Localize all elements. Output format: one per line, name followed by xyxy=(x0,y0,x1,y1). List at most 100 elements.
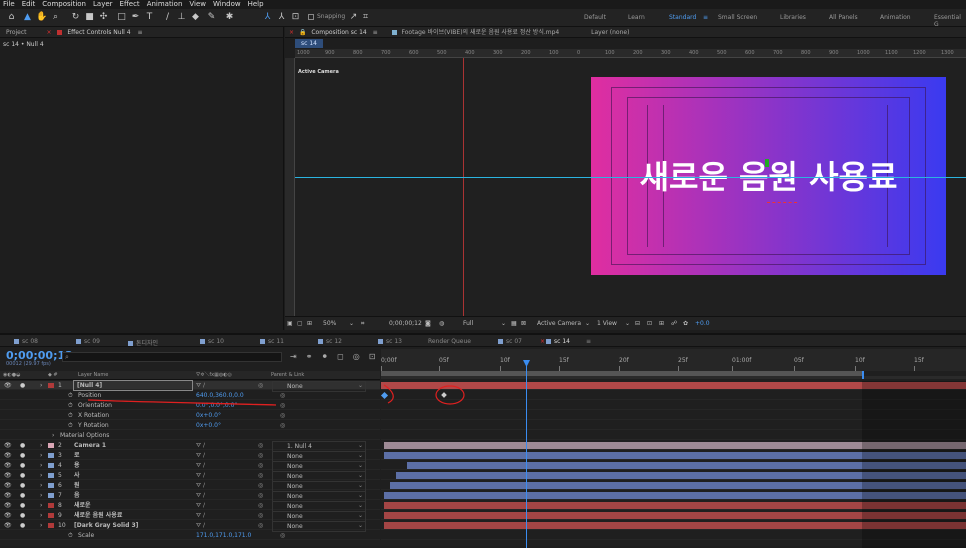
property-value[interactable]: 0x+0.0° xyxy=(196,421,221,430)
panel-menu-icon[interactable]: ≡ xyxy=(586,338,591,345)
layer-switches[interactable]: ⛛ ∕ xyxy=(196,461,205,470)
parent-pickwhip-icon[interactable]: ◎ xyxy=(258,521,263,530)
type-tool-icon[interactable]: T xyxy=(144,12,155,23)
expand-chevron-icon[interactable]: › xyxy=(40,461,42,470)
chevron-down-icon[interactable]: ⌄ xyxy=(625,317,630,331)
layer-row[interactable]: 👁 ● › 6 원 ⛛ ∕ ◎ None ⌄ xyxy=(0,481,380,492)
panel-menu-icon[interactable]: ≡ xyxy=(138,29,143,36)
parent-pickwhip-icon[interactable]: ◎ xyxy=(258,501,263,510)
solo-dot-icon[interactable]: ● xyxy=(20,451,25,460)
expand-chevron-icon[interactable]: › xyxy=(40,521,42,530)
visibility-eye-icon[interactable]: 👁 xyxy=(4,491,12,500)
camera-tool-icon[interactable]: ■ xyxy=(84,12,95,23)
subtab-sc14[interactable]: sc 14 xyxy=(295,39,323,48)
solo-dot-icon[interactable]: ● xyxy=(20,471,25,480)
expand-chevron-icon[interactable]: › xyxy=(40,381,42,390)
property-row[interactable]: ⏱ Y Rotation 0x+0.0° ◎ xyxy=(0,421,380,430)
comp-viewer[interactable]: Active Camera 새로운 음원 사용료 xyxy=(295,58,966,316)
layer-switches[interactable]: ⛛ ∕ xyxy=(196,441,205,450)
fit-icon[interactable]: ⌄ xyxy=(349,317,354,331)
home-icon[interactable]: ⌂ xyxy=(6,12,17,23)
expression-pickwhip-icon[interactable]: ◎ xyxy=(280,411,285,420)
reset-exposure-icon[interactable]: ⊡ xyxy=(647,317,652,331)
layer-row[interactable]: 👁 ● › 7 음 ⛛ ∕ ◎ None ⌄ xyxy=(0,491,380,502)
workspace-standard[interactable]: Standard xyxy=(669,14,696,21)
chevron-down-icon[interactable]: ⌄ xyxy=(358,481,363,490)
tab-layer[interactable]: Layer (none) xyxy=(591,29,629,36)
zoom-tool-icon[interactable]: ⌕ xyxy=(50,12,61,23)
resolution-icon[interactable]: ▢ xyxy=(297,317,303,331)
layer-name[interactable]: Camera 1 xyxy=(74,441,106,450)
layer-row[interactable]: 👁 ● › 1 [Null 4] ⛛ ∕ ◎ None ⌄ xyxy=(0,380,380,392)
solo-dot-icon[interactable]: ● xyxy=(20,521,25,530)
workspace-learn[interactable]: Learn xyxy=(628,14,645,21)
layer-switches[interactable]: ⛛ ∕ xyxy=(196,521,205,530)
expand-chevron-icon[interactable]: › xyxy=(40,501,42,510)
solo-dot-icon[interactable]: ● xyxy=(20,511,25,520)
view-axis-icon[interactable]: ⊡ xyxy=(290,12,301,23)
workspace-all-panels[interactable]: All Panels xyxy=(829,14,858,21)
panel-menu-icon[interactable]: ≡ xyxy=(373,29,378,36)
visibility-eye-icon[interactable]: 👁 xyxy=(4,461,12,470)
chevron-down-icon[interactable]: ⌄ xyxy=(358,521,363,530)
timeline-tab-6[interactable]: sc 13 xyxy=(378,338,402,345)
expression-pickwhip-icon[interactable]: ◎ xyxy=(280,391,285,400)
parent-pickwhip-icon[interactable]: ◎ xyxy=(258,491,263,500)
hand-tool-icon[interactable]: ✋ xyxy=(36,12,47,23)
parent-pickwhip-icon[interactable]: ◎ xyxy=(258,471,263,480)
parent-pickwhip-icon[interactable]: ◎ xyxy=(258,451,263,460)
3d-renderer-icon[interactable]: ⊟ xyxy=(635,317,640,331)
visibility-eye-icon[interactable]: 👁 xyxy=(4,381,12,390)
parent-pickwhip-icon[interactable]: ◎ xyxy=(258,381,263,390)
parent-pickwhip-icon[interactable]: ◎ xyxy=(258,441,263,450)
chevron-down-icon[interactable]: ⌄ xyxy=(358,451,363,460)
chevron-down-icon[interactable]: ⌄ xyxy=(358,491,363,500)
selection-tool-icon[interactable]: ▲ xyxy=(22,12,33,23)
timeline-tab-0[interactable]: sc 08 xyxy=(14,338,38,345)
clone-tool-icon[interactable]: ⊥ xyxy=(176,12,187,23)
brush-tool-icon[interactable]: ∕ xyxy=(162,12,173,23)
layer-name[interactable]: 사 xyxy=(74,471,80,480)
exposure-value[interactable]: +0.0 xyxy=(695,317,710,331)
chevron-down-icon[interactable]: ⌄ xyxy=(358,381,363,390)
rotate-tool-icon[interactable]: ↻ xyxy=(70,12,81,23)
menu-layer[interactable]: Layer xyxy=(93,0,113,9)
layer-row[interactable]: 👁 ● › 8 새로운 ⛛ ∕ ◎ None ⌄ xyxy=(0,501,380,512)
snapping-checkbox[interactable] xyxy=(308,14,314,20)
menu-window[interactable]: Window xyxy=(213,0,241,9)
workspace-menu-icon[interactable]: ≡ xyxy=(703,14,708,21)
label-color-swatch[interactable] xyxy=(48,523,54,528)
timeline-tab-7[interactable]: Render Queue xyxy=(428,338,471,345)
y-axis-gizmo[interactable] xyxy=(765,159,769,167)
expression-pickwhip-icon[interactable]: ◎ xyxy=(280,401,285,410)
timeline-tab-1[interactable]: sc 09 xyxy=(76,338,100,345)
label-color-swatch[interactable] xyxy=(48,503,54,508)
expand-chevron-icon[interactable]: › xyxy=(40,481,42,490)
mask-toggle-icon[interactable]: ▣ xyxy=(287,317,293,331)
timeline-tab-4[interactable]: sc 11 xyxy=(260,338,284,345)
solo-dot-icon[interactable]: ● xyxy=(20,481,25,490)
label-color-swatch[interactable] xyxy=(48,463,54,468)
timeline-tab-8[interactable]: sc 07 xyxy=(498,338,522,345)
workspace-small-screen[interactable]: Small Screen xyxy=(718,14,757,21)
view-layout-dropdown[interactable]: 1 View xyxy=(597,317,617,331)
visibility-eye-icon[interactable]: 👁 xyxy=(4,451,12,460)
timeline-tab-2[interactable]: 톤디자인 xyxy=(128,338,158,347)
solo-dot-icon[interactable]: ● xyxy=(20,381,25,390)
layer-switches[interactable]: ⛛ ∕ xyxy=(196,501,205,510)
layer-name[interactable]: 새로운 xyxy=(74,501,91,510)
camera-view-dropdown[interactable]: Active Camera xyxy=(537,317,581,331)
snapshot-icon[interactable]: ◙ xyxy=(425,317,431,331)
x-axis-gizmo[interactable] xyxy=(767,202,797,203)
flowchart-icon[interactable]: ⊞ xyxy=(659,317,664,331)
stopwatch-icon[interactable]: ⏱ xyxy=(68,411,73,420)
time-ruler[interactable]: 0;00f 05f 10f 15f 20f 25f 01:00f 05f 10f 15f xyxy=(381,349,966,371)
shape-tool-icon[interactable]: □ xyxy=(116,12,127,23)
layer-row[interactable]: 👁 ● › 9 새로운 음원 사용료 ⛛ ∕ ◎ None ⌄ xyxy=(0,511,380,522)
chevron-down-icon[interactable]: ⌄ xyxy=(501,317,506,331)
menu-view[interactable]: View xyxy=(189,0,206,9)
expression-pickwhip-icon[interactable]: ◎ xyxy=(280,531,285,540)
tab-composition[interactable]: Composition sc 14 xyxy=(311,29,366,36)
workspace-libraries[interactable]: Libraries xyxy=(780,14,806,21)
expand-chevron-icon[interactable]: › xyxy=(40,471,42,480)
